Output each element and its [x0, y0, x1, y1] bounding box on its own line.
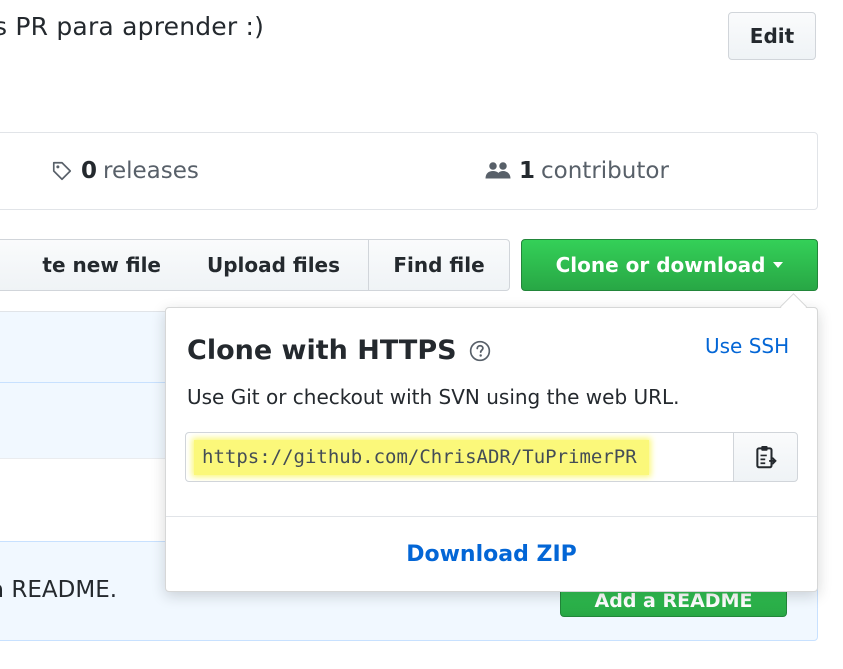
readme-banner-text: a README. — [0, 577, 118, 603]
question-icon[interactable] — [469, 340, 491, 362]
contributors-count: 1 — [519, 158, 536, 184]
find-file-button[interactable]: Find file — [368, 239, 510, 291]
clone-description: Use Git or checkout with SVN using the w… — [187, 385, 680, 409]
contributors-label: contributor — [541, 158, 669, 184]
use-ssh-link[interactable]: Use SSH — [705, 334, 789, 358]
clone-url-input[interactable]: https://github.com/ChrisADR/TuPrimerPR — [185, 432, 734, 482]
tag-icon — [52, 161, 72, 181]
clipboard-icon — [755, 446, 777, 469]
edit-button[interactable]: Edit — [728, 12, 816, 60]
create-new-file-button[interactable]: te new file — [0, 239, 180, 291]
clone-popover-title: Clone with HTTPS — [187, 335, 491, 366]
clone-button-label: Clone or download — [555, 253, 766, 277]
releases-label: releases — [103, 158, 199, 184]
contributors-link[interactable]: 1 contributor — [485, 133, 669, 209]
repo-description: s PR para aprender :) — [0, 12, 265, 41]
download-zip-link[interactable]: Download ZIP — [166, 517, 817, 591]
releases-link[interactable]: 0 releases — [51, 133, 199, 209]
upload-files-button[interactable]: Upload files — [179, 239, 369, 291]
clone-title-text: Clone with HTTPS — [187, 335, 457, 366]
caret-down-icon — [773, 262, 784, 268]
clone-or-download-button[interactable]: Clone or download — [521, 239, 818, 291]
numbers-summary: 0 releases 1 contributor — [0, 132, 818, 210]
copy-to-clipboard-button[interactable] — [733, 432, 798, 482]
releases-count: 0 — [81, 158, 98, 184]
people-icon — [485, 162, 511, 179]
clone-url-text: https://github.com/ChrisADR/TuPrimerPR — [194, 439, 649, 475]
